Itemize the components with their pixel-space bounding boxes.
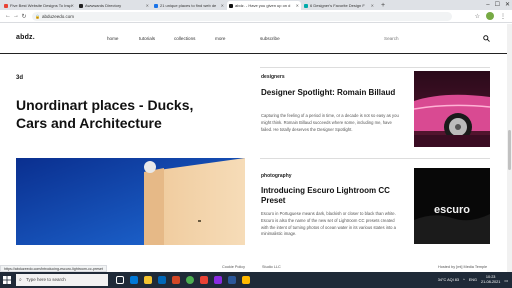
forward-button[interactable]: → bbox=[12, 13, 20, 19]
browser-tab-4[interactable]: abdz. - Have you given up on d ✕ bbox=[227, 1, 301, 10]
app-icon[interactable] bbox=[214, 276, 222, 284]
close-icon[interactable]: ✕ bbox=[221, 1, 224, 10]
url-text: abduzeedo.com bbox=[42, 13, 75, 19]
favicon-icon bbox=[304, 4, 308, 8]
reload-button[interactable]: ↻ bbox=[20, 13, 28, 20]
app-icon[interactable] bbox=[242, 276, 250, 284]
window-controls: – ☐ ✕ bbox=[486, 0, 510, 10]
footer-hosted[interactable]: Hosted by [mt] Media Temple bbox=[438, 265, 487, 269]
search-icon[interactable] bbox=[483, 35, 490, 42]
article-category[interactable]: designers bbox=[261, 74, 285, 80]
status-url-tooltip: https://abduzeedo.com/introducing-escuro… bbox=[0, 265, 107, 272]
article-title[interactable]: Introducing Escuro Lightroom CC Preset bbox=[261, 186, 401, 206]
divider bbox=[260, 158, 490, 159]
favicon-icon bbox=[79, 4, 83, 8]
tab-label: Awwwards Directory bbox=[85, 3, 122, 8]
article-thumbnail[interactable] bbox=[414, 71, 490, 147]
chevron-up-icon[interactable]: ^ bbox=[463, 278, 465, 282]
escuro-logo-image: escuro bbox=[414, 168, 490, 244]
back-button[interactable]: ← bbox=[4, 13, 12, 19]
address-bar-row: ← → ↻ 🔒 abduzeedo.com ☆ ⋮ bbox=[0, 10, 512, 23]
favicon-icon bbox=[154, 4, 158, 8]
maximize-button[interactable]: ☐ bbox=[495, 0, 500, 10]
feature-image[interactable] bbox=[16, 158, 245, 245]
divider bbox=[260, 67, 490, 68]
search-icon: ⌕ bbox=[19, 277, 22, 283]
pink-car-image bbox=[414, 71, 490, 147]
system-tray: 34°C AQI 83 ^ ENG 10:23 21-08-2021 ▭ bbox=[438, 272, 508, 288]
language-indicator[interactable]: ENG bbox=[469, 278, 477, 282]
cookie-policy-link[interactable]: Cookie Policy bbox=[222, 265, 245, 269]
notification-icon[interactable]: ▭ bbox=[504, 278, 508, 283]
task-view-icon[interactable] bbox=[116, 276, 124, 284]
search-input[interactable]: Search bbox=[384, 36, 399, 41]
tab-label: 6 Designer's Favorite Design F bbox=[310, 3, 365, 8]
menu-icon[interactable]: ⋮ bbox=[500, 13, 506, 20]
nav-tutorials[interactable]: tutorials bbox=[139, 36, 155, 41]
star-icon[interactable]: ☆ bbox=[475, 13, 480, 20]
article-excerpt: Escuro in Portuguese means dark, blackis… bbox=[261, 211, 397, 237]
taskbar-search-placeholder: Type here to search bbox=[26, 277, 66, 282]
browser-tab-bar: Five Best Website Designs To Insp ✕ Awwwa… bbox=[0, 0, 512, 10]
word-icon[interactable] bbox=[228, 276, 236, 284]
site-logo[interactable]: abdz. bbox=[16, 34, 35, 41]
url-input[interactable]: 🔒 abduzeedo.com bbox=[32, 11, 452, 21]
clock[interactable]: 10:23 21-08-2021 bbox=[481, 275, 500, 285]
weather-widget[interactable]: 34°C AQI 83 bbox=[438, 278, 459, 282]
footer-studio: Studio LLC bbox=[262, 265, 281, 269]
nav-collections[interactable]: collections bbox=[174, 36, 195, 41]
article-excerpt: Capturing the feeling of a period in tim… bbox=[261, 113, 399, 132]
close-window-button[interactable]: ✕ bbox=[505, 0, 510, 10]
taskbar: ⌕ Type here to search 34°C AQI 83 ^ ENG … bbox=[0, 272, 512, 288]
favicon-icon bbox=[229, 4, 233, 8]
avatar[interactable] bbox=[486, 12, 494, 20]
feature-title[interactable]: Unordinart places - Ducks, Cars and Arch… bbox=[16, 96, 206, 132]
store-icon[interactable] bbox=[158, 276, 166, 284]
browser-actions: ☆ ⋮ bbox=[475, 12, 506, 20]
feature-number: 3d bbox=[16, 75, 24, 81]
nav-subscribe[interactable]: subscribe bbox=[260, 36, 280, 41]
close-icon[interactable]: ✕ bbox=[296, 1, 299, 10]
close-icon[interactable]: ✕ bbox=[146, 1, 149, 10]
scrollbar-thumb[interactable] bbox=[508, 130, 511, 170]
office-icon[interactable] bbox=[172, 276, 180, 284]
new-tab-button[interactable]: + bbox=[377, 1, 389, 10]
tab-label: 21 unique places to find web de bbox=[160, 3, 217, 8]
tab-label: Five Best Website Designs To Insp bbox=[10, 3, 72, 8]
windows-start-icon[interactable] bbox=[2, 275, 12, 285]
favicon-icon bbox=[4, 4, 8, 8]
clock-date: 21-08-2021 bbox=[480, 280, 501, 284]
tab-label: abdz. - Have you given up on d bbox=[235, 3, 291, 8]
close-icon[interactable]: ✕ bbox=[371, 1, 374, 10]
article-category[interactable]: photography bbox=[261, 173, 292, 179]
thumbnail-text: escuro bbox=[434, 204, 470, 216]
browser-tab-5[interactable]: 6 Designer's Favorite Design F ✕ bbox=[302, 1, 376, 10]
nav-more[interactable]: more bbox=[215, 36, 225, 41]
app-icon[interactable] bbox=[200, 276, 208, 284]
taskbar-apps bbox=[116, 276, 250, 284]
browser-tab-2[interactable]: Awwwards Directory ✕ bbox=[77, 1, 151, 10]
close-icon[interactable]: ✕ bbox=[71, 1, 74, 10]
architecture-image bbox=[16, 158, 245, 245]
nav-home[interactable]: home bbox=[107, 36, 119, 41]
chrome-icon[interactable] bbox=[186, 276, 194, 284]
browser-tab-1[interactable]: Five Best Website Designs To Insp ✕ bbox=[2, 1, 76, 10]
article-title[interactable]: Designer Spotlight: Romain Billaud bbox=[261, 88, 401, 98]
minimize-button[interactable]: – bbox=[486, 0, 489, 10]
article-thumbnail[interactable]: escuro bbox=[414, 168, 490, 244]
browser-tab-3[interactable]: 21 unique places to find web de ✕ bbox=[152, 1, 226, 10]
lock-icon: 🔒 bbox=[35, 13, 40, 19]
taskbar-search-input[interactable]: ⌕ Type here to search bbox=[16, 274, 108, 286]
site-header: abdz. home tutorials collections more su… bbox=[0, 24, 507, 54]
edge-icon[interactable] bbox=[130, 276, 138, 284]
file-explorer-icon[interactable] bbox=[144, 276, 152, 284]
